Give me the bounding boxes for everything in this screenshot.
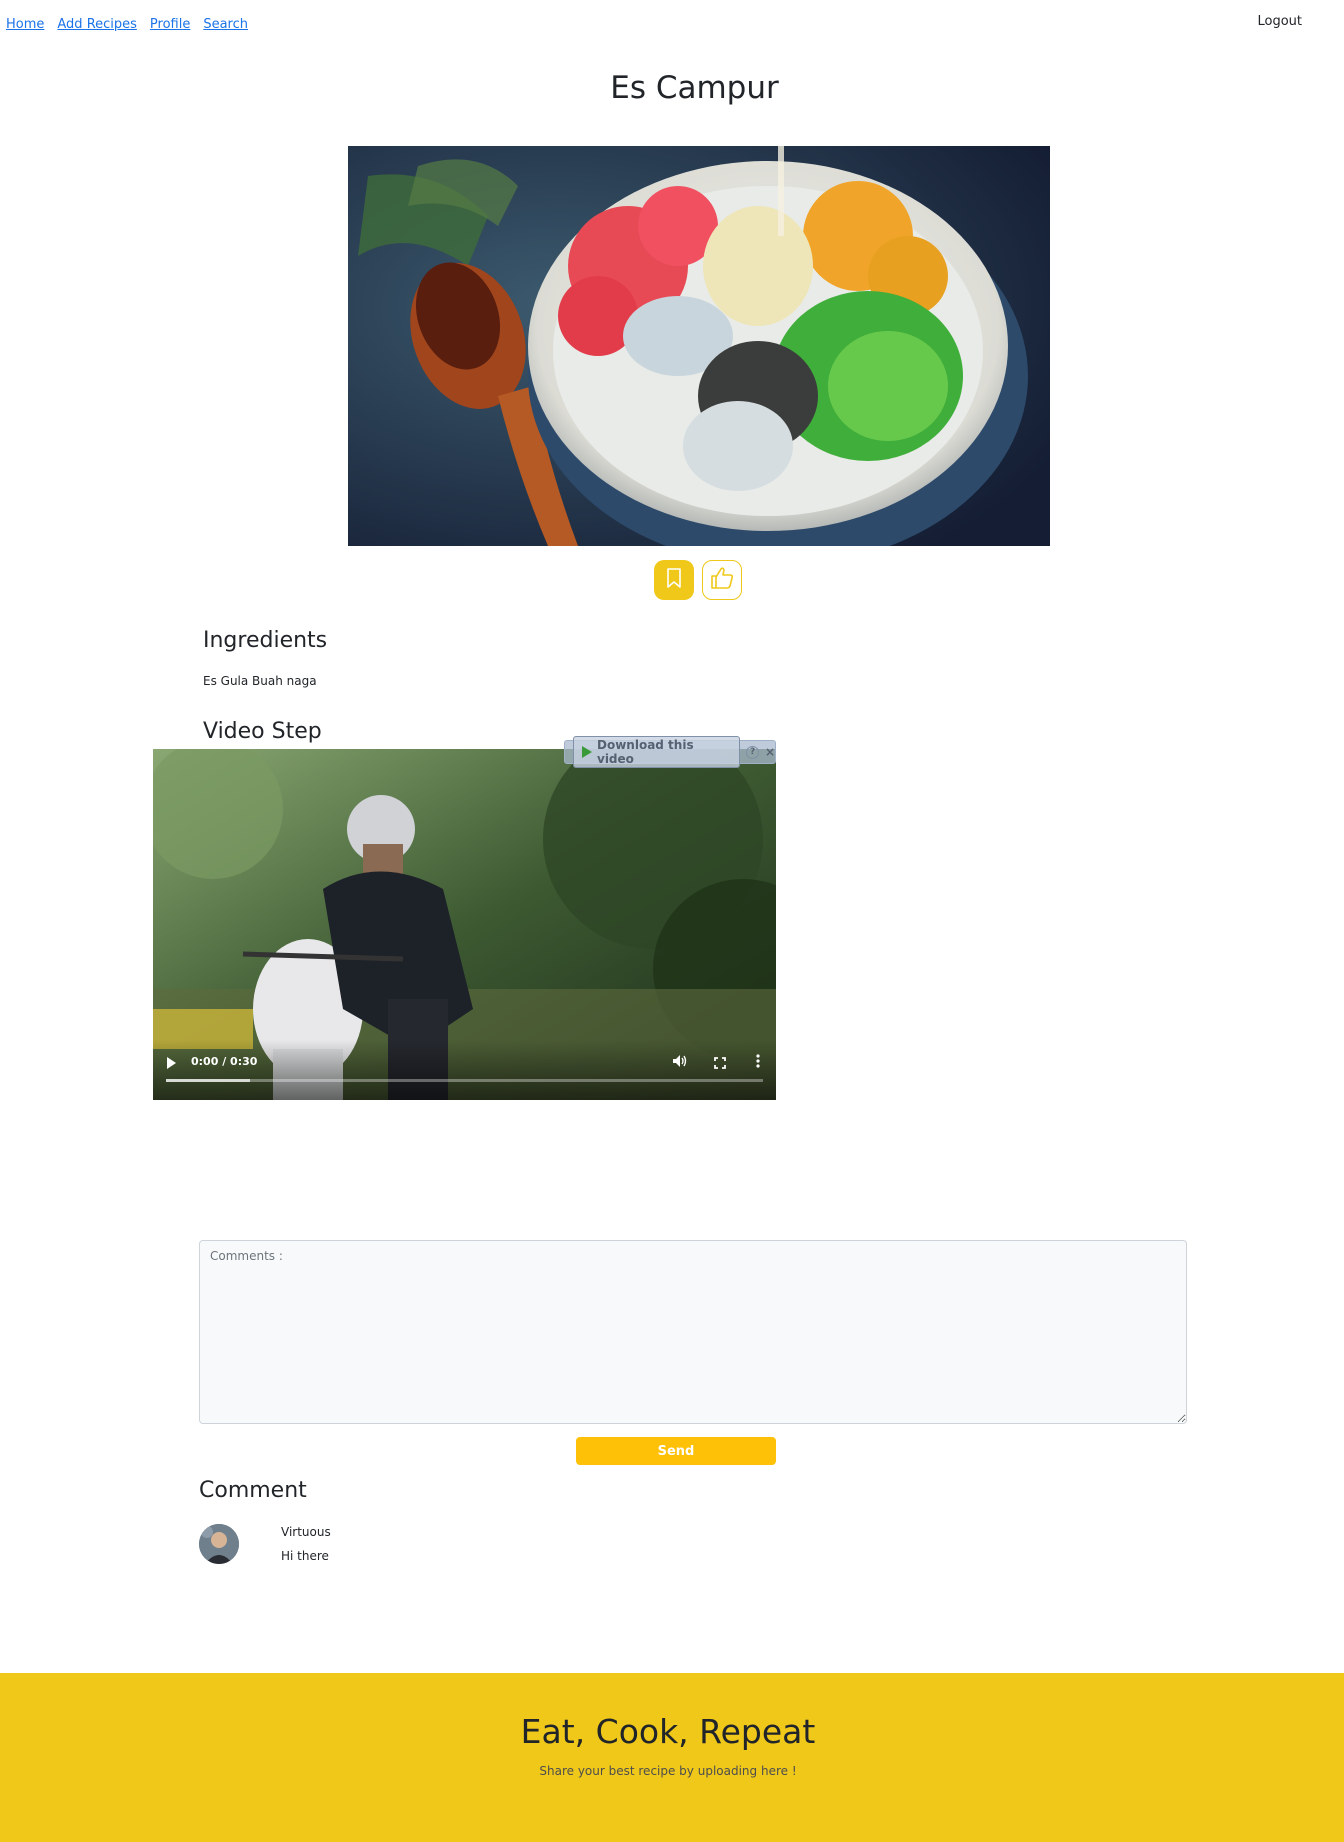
comment-text: Hi there [281, 1549, 329, 1563]
volume-icon[interactable] [672, 1053, 688, 1072]
logout-link[interactable]: Logout [1257, 14, 1302, 29]
footer: Eat, Cook, Repeat Share your best recipe… [0, 1673, 1344, 1842]
video-time: 0:00 / 0:30 [191, 1055, 258, 1068]
nav-link-profile[interactable]: Profile [150, 17, 190, 32]
help-icon[interactable]: ? [746, 745, 759, 759]
ingredients-text: Es Gula Buah naga [203, 674, 317, 688]
avatar [199, 1524, 239, 1564]
nav-link-add-recipes[interactable]: Add Recipes [57, 17, 137, 32]
download-play-icon [582, 746, 592, 758]
comment-author: Virtuous [281, 1525, 331, 1539]
download-video-button[interactable]: Download this video [573, 736, 741, 768]
footer-subtitle: Share your best recipe by uploading here… [539, 1764, 797, 1778]
fullscreen-icon[interactable] [714, 1054, 726, 1073]
video-buffered-bar [166, 1079, 250, 1082]
like-button[interactable] [702, 560, 742, 600]
nav-link-home[interactable]: Home [6, 17, 44, 32]
video-controls: 0:00 / 0:30 [153, 1040, 776, 1100]
recipe-detail-page: Home Add Recipes Profile Search Logout E… [0, 0, 1344, 1842]
top-nav: Home Add Recipes Profile Search [6, 17, 248, 32]
download-video-bar: Download this video ? × [564, 736, 776, 768]
download-video-label: Download this video [597, 738, 694, 766]
comments-heading: Comment [199, 1478, 307, 1503]
ingredients-heading: Ingredients [203, 628, 328, 653]
close-icon[interactable]: × [765, 745, 775, 759]
bookmark-button[interactable] [654, 560, 694, 600]
nav-link-search[interactable]: Search [203, 17, 248, 32]
video-player[interactable]: 0:00 / 0:30 [153, 749, 776, 1100]
video-progress-track[interactable] [166, 1079, 763, 1082]
more-options-icon[interactable] [756, 1053, 760, 1072]
footer-title: Eat, Cook, Repeat [520, 1712, 816, 1751]
recipe-image [348, 146, 1050, 546]
bookmark-icon [664, 567, 684, 593]
recipe-title: Es Campur [610, 70, 779, 106]
recipe-actions [654, 560, 742, 600]
send-button[interactable]: Send [576, 1437, 776, 1465]
video-step-heading: Video Step [203, 719, 322, 744]
play-icon[interactable] [167, 1057, 176, 1069]
comment-input[interactable] [199, 1240, 1187, 1424]
thumbs-up-icon [709, 565, 735, 595]
